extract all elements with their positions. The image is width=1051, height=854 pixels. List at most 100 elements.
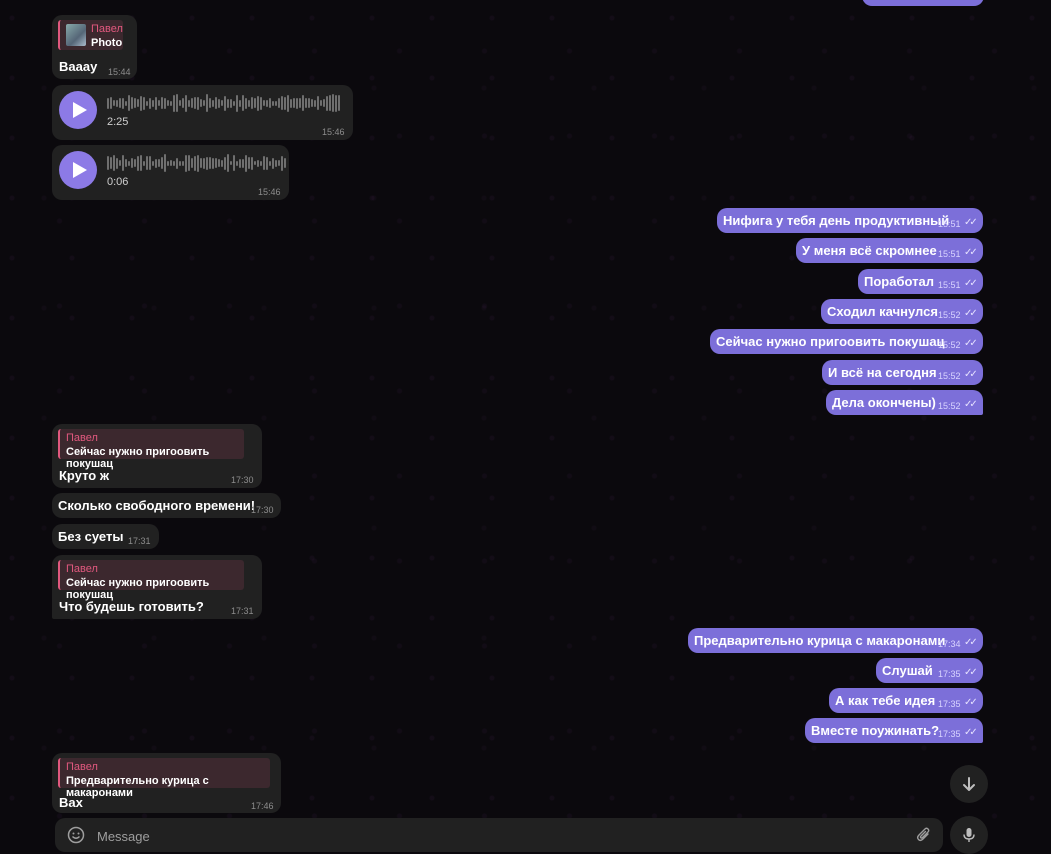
play-button[interactable] [59,151,97,189]
waveform-bar [275,159,277,167]
message-text: Слушай [882,663,933,678]
waveform-bar [149,156,151,170]
waveform-bar [254,161,256,165]
outgoing-message[interactable]: А как тебе идея 17:35 ✓✓ [829,688,983,713]
arrow-down-icon [963,777,975,791]
reply-preview[interactable]: Павел Photo [58,20,123,50]
incoming-photo-reply-message[interactable]: Павел Photo Вааау 15:44 [52,15,137,79]
outgoing-message-partial[interactable] [862,0,984,6]
outgoing-message[interactable]: Дела окончены) 15:52 ✓✓ [826,390,983,415]
waveform-bar [113,155,115,171]
outgoing-message[interactable]: У меня всё скромнее 15:51 ✓✓ [796,238,983,263]
waveform-bar [167,160,169,166]
message-text: Вместе поужинать? [811,723,940,738]
incoming-reply-message[interactable]: Павел Предварительно курица с макаронами… [52,753,281,813]
outgoing-message[interactable]: Вместе поужинать? 17:35 ✓✓ [805,718,983,743]
paperclip-icon[interactable] [915,826,933,844]
waveform-bar [113,100,115,106]
voice-waveform[interactable] [107,153,286,173]
waveform-bar [137,99,139,107]
waveform-bar [239,99,241,107]
waveform-bar [122,155,124,171]
message-time: 15:44 [108,67,131,77]
outgoing-message[interactable]: Слушай 17:35 ✓✓ [876,658,983,683]
read-checkmarks-icon: ✓✓ [964,278,978,289]
waveform-bar [152,160,154,166]
outgoing-message[interactable]: И всё на сегодня 15:52 ✓✓ [822,360,983,385]
incoming-reply-message[interactable]: Павел Сейчас нужно пригоовить покушац Кр… [52,424,262,488]
message-time: 15:52 [938,310,961,320]
outgoing-message[interactable]: Сходил качнулся 15:52 ✓✓ [821,299,983,324]
message-time: 17:35 [938,699,961,709]
waveform-bar [266,99,268,107]
voice-message[interactable]: 2:25 15:46 [52,85,353,140]
waveform-bar [161,97,163,109]
waveform-bar [254,98,256,108]
voice-waveform[interactable] [107,93,340,113]
waveform-bar [125,100,127,106]
waveform-bar [287,94,289,112]
waveform-bar [332,94,334,112]
voice-message[interactable]: 0:06 15:46 [52,145,289,200]
waveform-bar [179,160,181,166]
outgoing-message[interactable]: Нифига у тебя день продуктивный 15:51 ✓✓ [717,208,983,233]
scroll-to-bottom-button[interactable] [950,765,988,803]
reply-preview[interactable]: Павел Предварительно курица с макаронами [58,758,270,799]
message-text: Сейчас нужно пригоовить покушац [716,334,945,349]
message-time: 17:30 [231,475,254,485]
waveform-bar [128,95,130,111]
waveform-bar [236,160,238,166]
waveform-bar [215,158,217,168]
message-text: А как тебе идея [835,693,936,708]
waveform-bar [140,95,142,111]
waveform-bar [143,160,145,166]
message-time: 17:34 [938,639,961,649]
waveform-bar [269,98,271,108]
waveform-bar [140,155,142,171]
waveform-bar [278,98,280,108]
waveform-bar [329,95,331,111]
read-checkmarks-icon: ✓✓ [964,399,978,410]
play-button[interactable] [59,91,97,129]
waveform-bar [107,97,109,109]
reply-preview[interactable]: Павел Сейчас нужно пригоовить покушац [58,560,244,601]
incoming-reply-message[interactable]: Павел Сейчас нужно пригоовить покушац Чт… [52,555,262,619]
message-text: Вааау [59,59,98,74]
waveform-bar [221,100,223,106]
outgoing-message[interactable]: Сейчас нужно пригоовить покушац 15:52 ✓✓ [710,329,983,354]
voice-record-button[interactable] [950,816,988,854]
waveform-bar [164,97,166,109]
incoming-message[interactable]: Без суеты 17:31 [52,524,159,549]
waveform-bar [317,96,319,110]
reply-preview[interactable]: Павел Сейчас нужно пригоовить покушац [58,429,244,470]
waveform-bar [320,100,322,106]
message-input[interactable] [95,825,899,847]
waveform-bar [314,99,316,107]
message-text: Без суеты [58,529,124,544]
message-time: 17:46 [251,801,274,811]
waveform-bar [182,98,184,108]
waveform-bar [182,160,184,166]
waveform-bar [176,94,178,112]
waveform-bar [107,156,109,170]
message-time: 15:46 [322,127,345,137]
waveform-bar [173,160,175,166]
incoming-message[interactable]: Сколько свободного времени! 17:30 [52,493,281,518]
waveform-bar [125,159,127,167]
waveform-bar [134,159,136,167]
message-time: 15:51 [938,219,961,229]
waveform-bar [236,94,238,112]
waveform-bar [155,158,157,168]
reply-sender: Павел [66,432,98,444]
message-composer[interactable] [55,818,943,852]
waveform-bar [116,157,118,169]
reply-label: Photo [91,37,123,49]
voice-duration: 0:06 [107,176,129,188]
waveform-bar [233,100,235,106]
waveform-bar [293,98,295,108]
smile-icon[interactable] [67,826,85,844]
outgoing-message[interactable]: Предварительно курица с макаронами 17:34… [688,628,983,653]
waveform-bar [281,96,283,110]
outgoing-message[interactable]: Поработал 15:51 ✓✓ [858,269,983,294]
message-time: 15:52 [938,371,961,381]
